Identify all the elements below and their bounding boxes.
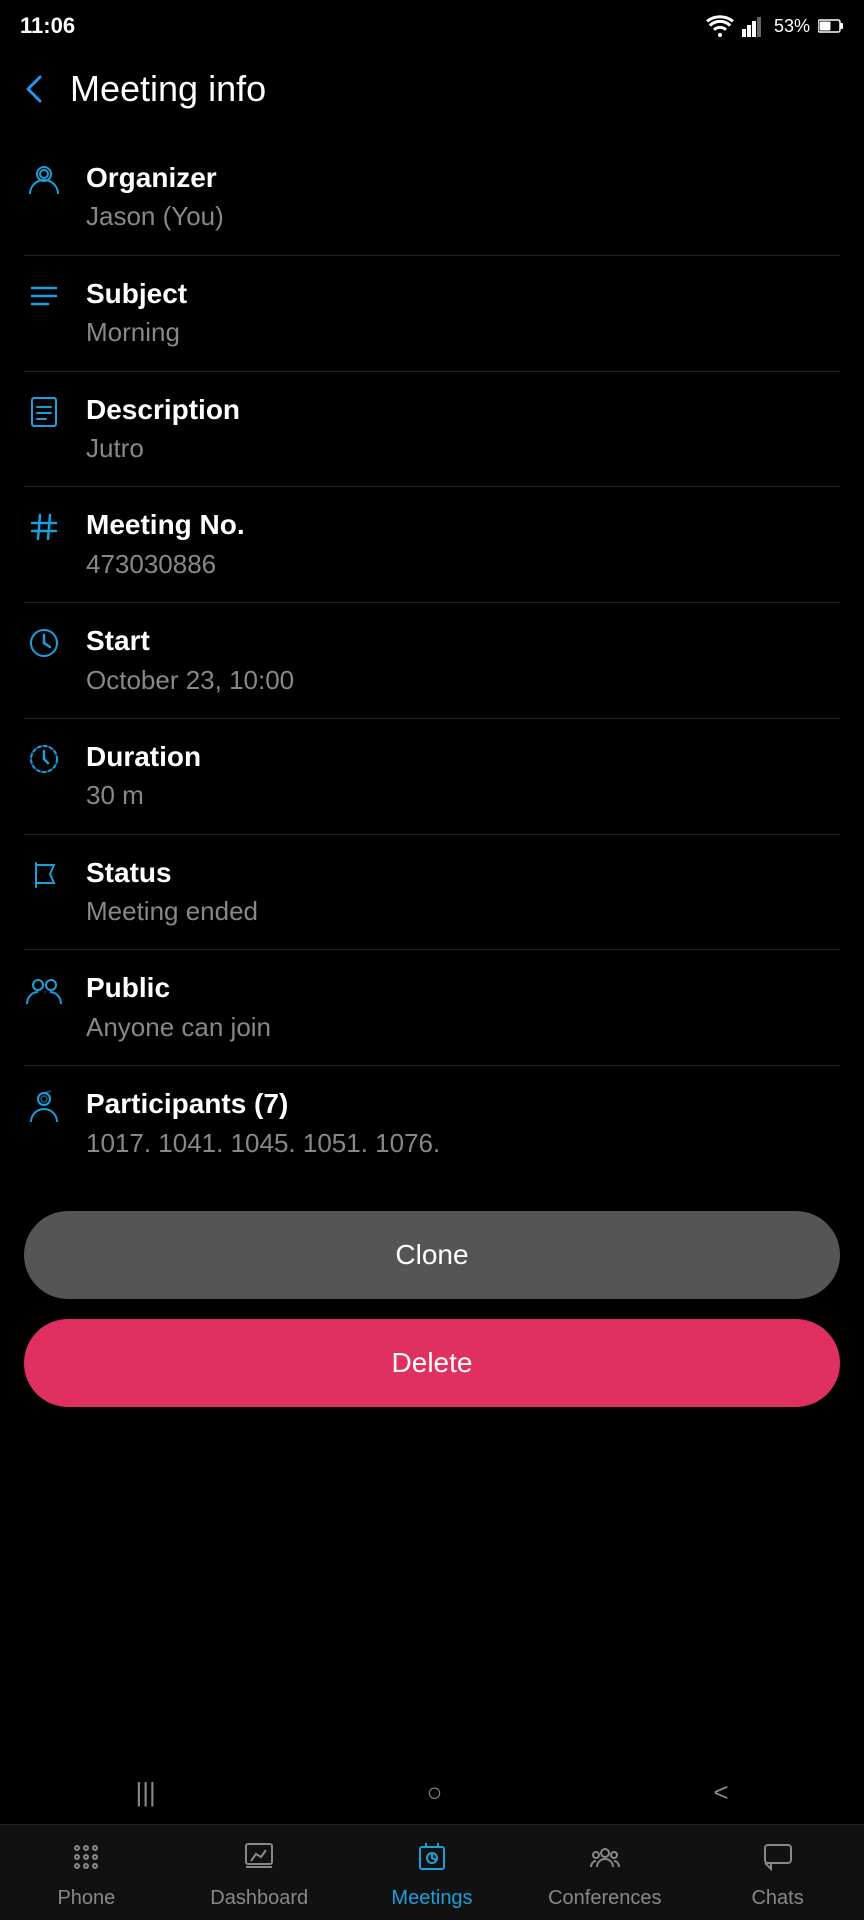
dashboard-nav-label: Dashboard [210,1887,308,1910]
android-menu-button[interactable]: ||| [135,1777,155,1808]
start-text: Start October 23, 10:00 [86,623,840,698]
dashboard-nav-icon [243,1841,275,1881]
subject-text: Subject Morning [86,276,840,351]
subject-value: Morning [86,314,840,350]
participants-value: 1017. 1041. 1045. 1051. 1076. [86,1125,840,1161]
meeting-no-value: 473030886 [86,546,840,582]
duration-clock-icon [24,741,64,777]
description-value: Jutro [86,430,840,466]
android-back-button[interactable]: < [713,1777,728,1808]
android-home-button[interactable]: ○ [427,1777,443,1808]
status-label: Status [86,855,840,891]
organizer-row: Organizer Jason (You) [24,140,840,255]
phone-nav-label: Phone [57,1887,115,1910]
meeting-no-label: Meeting No. [86,507,840,543]
meetings-nav-icon [416,1841,448,1881]
meeting-info-content: Organizer Jason (You) Subject Morning [0,130,864,1181]
duration-text: Duration 30 m [86,739,840,814]
organizer-text: Organizer Jason (You) [86,160,840,235]
hash-icon [24,509,64,545]
status-row: Status Meeting ended [24,835,840,950]
flag-icon [24,857,64,893]
start-row: Start October 23, 10:00 [24,603,840,718]
duration-value: 30 m [86,777,840,813]
participants-row: Participants (7) 1017. 1041. 1045. 1051.… [24,1066,840,1181]
phone-nav-icon [70,1841,102,1881]
status-icons: 53% [706,15,844,37]
public-icon [24,972,64,1010]
subject-icon [24,278,64,314]
participants-label: Participants (7) [86,1086,840,1122]
chats-nav-icon [762,1841,794,1881]
conferences-nav-label: Conferences [548,1887,661,1910]
participants-text: Participants (7) 1017. 1041. 1045. 1051.… [86,1086,840,1161]
public-label: Public [86,970,840,1006]
delete-button[interactable]: Delete [24,1319,840,1407]
android-nav-bar: ||| ○ < [0,1765,864,1820]
duration-label: Duration [86,739,840,775]
organizer-icon [24,162,64,198]
status-value: Meeting ended [86,893,840,929]
start-label: Start [86,623,840,659]
meeting-no-row: Meeting No. 473030886 [24,487,840,602]
description-label: Description [86,392,840,428]
battery-icon [818,18,844,34]
signal-icon [742,15,766,37]
subject-label: Subject [86,276,840,312]
bottom-nav: Phone Dashboard Meetings [0,1824,864,1920]
nav-item-meetings[interactable]: Meetings [346,1841,519,1910]
meetings-nav-label: Meetings [391,1887,472,1910]
status-time: 11:06 [20,13,75,39]
description-icon [24,394,64,430]
meeting-no-text: Meeting No. 473030886 [86,507,840,582]
start-value: October 23, 10:00 [86,662,840,698]
nav-item-phone[interactable]: Phone [0,1841,173,1910]
nav-item-chats[interactable]: Chats [691,1841,864,1910]
wifi-icon [706,15,734,37]
page-header: Meeting info [0,48,864,130]
duration-row: Duration 30 m [24,719,840,834]
battery-text: 53% [774,16,810,37]
public-text: Public Anyone can join [86,970,840,1045]
description-text: Description Jutro [86,392,840,467]
status-text: Status Meeting ended [86,855,840,930]
participants-icon [24,1088,64,1126]
status-bar: 11:06 53% [0,0,864,48]
organizer-label: Organizer [86,160,840,196]
nav-item-dashboard[interactable]: Dashboard [173,1841,346,1910]
description-row: Description Jutro [24,372,840,487]
organizer-value: Jason (You) [86,198,840,234]
chats-nav-label: Chats [751,1887,803,1910]
conferences-nav-icon [589,1841,621,1881]
public-row: Public Anyone can join [24,950,840,1065]
start-clock-icon [24,625,64,661]
back-button[interactable] [20,73,52,105]
nav-item-conferences[interactable]: Conferences [518,1841,691,1910]
clone-button[interactable]: Clone [24,1211,840,1299]
public-value: Anyone can join [86,1009,840,1045]
page-title: Meeting info [70,68,266,110]
action-buttons: Clone Delete [0,1181,864,1427]
subject-row: Subject Morning [24,256,840,371]
